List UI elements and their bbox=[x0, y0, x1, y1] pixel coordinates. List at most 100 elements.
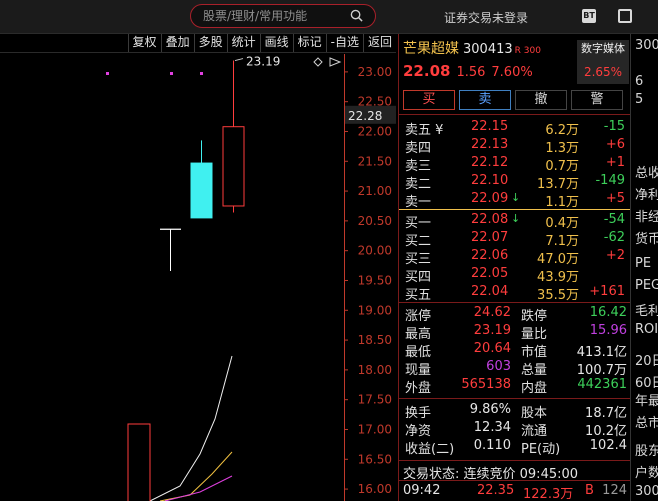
level-delta: +1 bbox=[605, 155, 625, 170]
strip-label: 年最 bbox=[635, 394, 658, 409]
ask-row[interactable]: 卖二 22.10 13.7万 -149 bbox=[399, 172, 631, 192]
stat-row: 最低 20.64 市值 413.1亿 bbox=[399, 340, 631, 360]
divider bbox=[399, 302, 631, 303]
y-tick-label: 19.50 bbox=[358, 273, 392, 287]
price-change: 1.56 bbox=[456, 65, 486, 80]
sell-button[interactable]: 卖 bbox=[459, 90, 511, 110]
bt-icon[interactable]: BT bbox=[582, 9, 596, 23]
alert-button[interactable]: 警 bbox=[571, 90, 623, 110]
candle-body[interactable] bbox=[190, 162, 213, 219]
level-price: 22.08 bbox=[471, 212, 509, 227]
stats-block-2: 换手 9.86% 股本 18.7亿 净资 12.34 流通 10.2亿 收益(二) 0.110 PE… bbox=[399, 401, 631, 457]
current-price-label: 22.28 bbox=[348, 109, 382, 123]
tick-price: 22.35 bbox=[477, 483, 515, 498]
indicator-line-white bbox=[149, 355, 233, 501]
stat-value: 12.34 bbox=[473, 420, 511, 435]
kline-chart-area[interactable]: 复权 叠加 多股 统计 画线 标记 -自选 返回 23.00 22.50 22.00 21.50 21… bbox=[0, 34, 396, 501]
stat-label: PE(动) bbox=[521, 442, 561, 457]
stat-value: 16.42 bbox=[589, 305, 627, 320]
trade-buttons: 买 卖 撤 警 bbox=[403, 90, 623, 110]
stat-value: 9.86% bbox=[469, 402, 511, 417]
event-marker-icon[interactable] bbox=[200, 72, 203, 75]
stat-value: 0.110 bbox=[473, 438, 511, 453]
y-tick-label: 18.50 bbox=[358, 333, 392, 347]
strip-label: 300 bbox=[635, 484, 658, 499]
search-input[interactable] bbox=[191, 5, 341, 27]
level-delta: +6 bbox=[605, 137, 625, 152]
level-delta: -62 bbox=[603, 230, 625, 245]
stat-row: 收益(二) 0.110 PE(动) 102.4 bbox=[399, 437, 631, 457]
y-tick-label: 19.00 bbox=[358, 303, 392, 317]
bid-row[interactable]: 买三 22.06 47.0万 +2 bbox=[399, 247, 631, 267]
ask-row[interactable]: 卖一 22.09 ↓ 1.1万 +5 bbox=[399, 190, 631, 210]
search-box[interactable] bbox=[190, 4, 376, 28]
ask-row[interactable]: 卖三 22.12 0.7万 +1 bbox=[399, 154, 631, 174]
price-change-pct: 7.60% bbox=[491, 65, 533, 80]
stat-row: 净资 12.34 流通 10.2亿 bbox=[399, 419, 631, 439]
level-price: 22.07 bbox=[471, 230, 509, 245]
stats-block-1: 涨停 24.62 跌停 16.42 最高 23.19 量比 15.96 最低 20.64 市值 413… bbox=[399, 304, 631, 396]
strip-label: 5 bbox=[635, 92, 644, 107]
level-price: 22.05 bbox=[471, 266, 509, 281]
stock-name[interactable]: 芒果超媒 bbox=[403, 41, 459, 57]
kline-chart[interactable]: 23.0022.5022.0021.5021.0020.5020.0019.50… bbox=[0, 34, 396, 501]
divider bbox=[399, 398, 631, 399]
strip-label: 300 bbox=[635, 38, 658, 53]
level-price: 22.06 bbox=[471, 248, 509, 263]
y-tick-label: 21.00 bbox=[358, 184, 392, 198]
stat-value: 24.62 bbox=[473, 305, 511, 320]
y-tick-label: 22.00 bbox=[358, 124, 392, 138]
buy-button[interactable]: 买 bbox=[403, 90, 455, 110]
event-marker-icon[interactable] bbox=[170, 72, 173, 75]
y-tick-label: 20.00 bbox=[358, 244, 392, 258]
stat-value: 603 bbox=[486, 359, 511, 374]
sector-box[interactable]: 数字媒体 2.65% bbox=[577, 40, 629, 84]
level-price: 22.10 bbox=[471, 173, 509, 188]
high-annotation-pointer bbox=[234, 58, 244, 62]
event-marker-icon[interactable] bbox=[106, 72, 109, 75]
level-price: 22.09 bbox=[471, 191, 509, 206]
top-bar: 证券交易未登录 BT bbox=[0, 0, 658, 34]
level-volume: 35.5万 bbox=[537, 288, 579, 303]
strip-label: 非经 bbox=[635, 210, 658, 225]
expand-arrow-icon[interactable] bbox=[329, 57, 342, 67]
trade-login-status[interactable]: 证券交易未登录 bbox=[444, 9, 528, 26]
bid-row[interactable]: 买一 22.08 ↓ 0.4万 -54 bbox=[399, 211, 631, 231]
tick-time: 09:42 bbox=[403, 483, 441, 498]
stat-row: 涨停 24.62 跌停 16.42 bbox=[399, 304, 631, 324]
level-price: 22.04 bbox=[471, 284, 509, 299]
window-icon[interactable] bbox=[618, 9, 632, 23]
quote-line: 22.08 1.56 7.60% bbox=[403, 62, 533, 80]
bid-row[interactable]: 买五 22.04 35.5万 +161 bbox=[399, 283, 631, 303]
cancel-order-button[interactable]: 撤 bbox=[515, 90, 567, 110]
search-icon[interactable] bbox=[350, 9, 363, 22]
ask-book: 卖五 ¥22.15 6.2万 -15 卖四 22.13 1.3万 +6 卖三 22.12 0.7万… bbox=[399, 118, 631, 210]
bid-row[interactable]: 买四 22.05 43.9万 bbox=[399, 265, 631, 285]
strip-label: 20日 bbox=[635, 354, 658, 369]
stat-value: 23.19 bbox=[473, 323, 511, 338]
ask-row[interactable]: 卖四 22.13 1.3万 +6 bbox=[399, 136, 631, 156]
y-tick-label: 18.00 bbox=[358, 363, 392, 377]
level-delta: -149 bbox=[595, 173, 625, 188]
y-tick-label: 17.00 bbox=[358, 422, 392, 436]
strip-label: ROI bbox=[635, 322, 658, 337]
quote-panel: 芒果超媒 300413 R 300 22.08 1.56 7.60% 数字媒体 2.65… bbox=[398, 34, 631, 501]
y-tick-label: 21.50 bbox=[358, 154, 392, 168]
y-tick-label: 17.50 bbox=[358, 393, 392, 407]
strip-label: 总收 bbox=[635, 166, 658, 181]
diamond-icon[interactable] bbox=[313, 57, 323, 67]
level-delta: +2 bbox=[605, 248, 625, 263]
ask-row[interactable]: 卖五 ¥22.15 6.2万 -15 bbox=[399, 118, 631, 138]
last-tick-row: 09:42 22.35 122.3万 B 124 bbox=[399, 481, 631, 501]
candle-body[interactable] bbox=[222, 126, 245, 207]
bid-row[interactable]: 买二 22.07 7.1万 -62 bbox=[399, 229, 631, 249]
tick-count: 124 bbox=[602, 483, 627, 498]
y-tick-label: 16.50 bbox=[358, 452, 392, 466]
bid-ask-divider bbox=[399, 209, 631, 210]
strip-label: PEG bbox=[635, 278, 658, 293]
sector-name: 数字媒体 bbox=[581, 42, 625, 55]
level-delta: +161 bbox=[589, 284, 625, 299]
level-delta: -15 bbox=[603, 119, 625, 134]
stat-label: 外盘 bbox=[405, 381, 432, 396]
level-price: 22.13 bbox=[471, 137, 509, 152]
